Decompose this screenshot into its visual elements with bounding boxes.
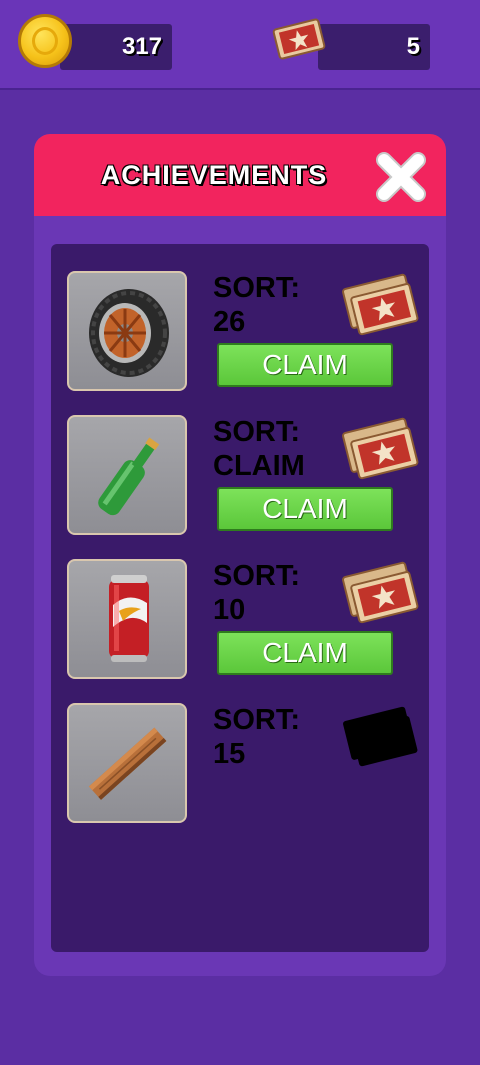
coin-counter: 317 <box>60 24 172 70</box>
achievement-label: SORT: 26 <box>213 271 323 339</box>
achievement-list[interactable]: SORT: 26 CLAIM SORT: CLAIM CLAIM SORT: 1… <box>51 244 429 952</box>
achievement-label: SORT: CLAIM <box>213 415 323 483</box>
coin-count: 317 <box>121 33 162 60</box>
achievement-label-line1: SORT: <box>213 704 300 736</box>
achievement-label-line1: SORT: <box>213 416 300 448</box>
ticket-count: 5 <box>406 33 420 60</box>
close-icon[interactable] <box>372 148 430 206</box>
panel-title: ACHIEVEMENTS <box>100 160 328 190</box>
achievement-progress: CLAIM <box>213 450 305 482</box>
tire-icon <box>89 289 169 377</box>
achievement-row: SORT: 15 <box>67 703 418 827</box>
achievements-panel: ACHIEVEMENTS SORT: 26 CLAIM SORT: CLAIM … <box>34 134 446 976</box>
achievement-progress: 26 <box>213 306 246 338</box>
achievement-thumb <box>67 703 187 823</box>
achievement-row: SORT: CLAIM CLAIM <box>67 415 419 539</box>
ticket-icon <box>342 561 419 624</box>
ticket-counter: 5 <box>318 24 430 70</box>
ticket-icon <box>342 273 419 336</box>
achievement-label: SORT: 15 <box>213 703 323 771</box>
achievement-thumb <box>67 415 187 535</box>
achievement-row: SORT: 26 CLAIM <box>67 271 419 395</box>
achievement-row: SORT: 10 CLAIM <box>67 559 419 683</box>
achievement-label: SORT: 10 <box>213 559 323 627</box>
achievement-thumb <box>67 271 187 391</box>
coin-icon <box>18 14 72 68</box>
claim-button[interactable]: CLAIM <box>217 631 393 675</box>
panel-header: ACHIEVEMENTS <box>34 134 446 216</box>
achievement-progress: 15 <box>213 738 246 770</box>
achievement-thumb <box>67 559 187 679</box>
claim-button[interactable]: CLAIM <box>217 343 393 387</box>
ticket-icon <box>342 417 419 480</box>
claim-button[interactable]: CLAIM <box>217 487 393 531</box>
locked-ticket-icon <box>343 706 418 767</box>
soda-can-icon <box>109 575 149 662</box>
achievement-progress: 10 <box>213 594 246 626</box>
bottle-icon <box>98 437 160 516</box>
ticket-icon <box>272 18 326 60</box>
wood-plank-icon <box>88 727 167 800</box>
achievement-label-line1: SORT: <box>213 560 300 592</box>
achievement-label-line1: SORT: <box>213 272 300 304</box>
top-bar: 317 5 <box>0 0 480 90</box>
